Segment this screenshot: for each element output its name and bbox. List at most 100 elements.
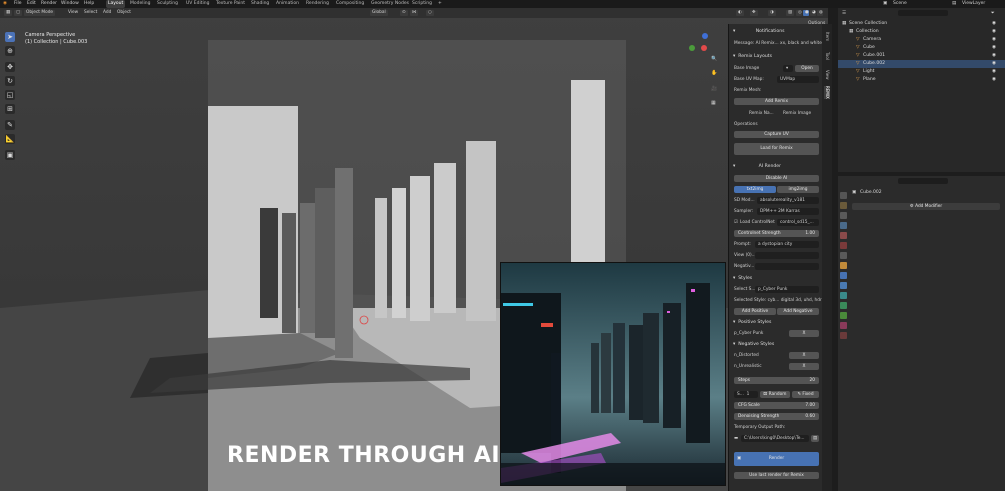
workspace-tab-scripting[interactable]: Scripting bbox=[412, 0, 432, 8]
outliner-row[interactable]: ▽ Camera ◉ bbox=[838, 36, 1005, 44]
data-properties-icon[interactable] bbox=[840, 312, 847, 319]
menu-window[interactable]: Window bbox=[61, 0, 79, 8]
constraints-properties-icon[interactable] bbox=[840, 302, 847, 309]
menu-help[interactable]: Help bbox=[84, 0, 94, 8]
menu-edit[interactable]: Edit bbox=[27, 0, 36, 8]
visibility-icon[interactable]: ◐ bbox=[736, 10, 744, 16]
tool-transform[interactable]: ⊞ bbox=[5, 104, 15, 114]
outliner-row[interactable]: ▽ Cube.002 ◉ bbox=[838, 60, 1005, 68]
outliner-row[interactable]: ▦ Collection ◉ bbox=[838, 28, 1005, 36]
viewport-menu-select[interactable]: Select bbox=[82, 10, 99, 16]
visibility-eye-icon[interactable]: ◉ bbox=[992, 60, 996, 68]
negative-prompt-input[interactable] bbox=[755, 263, 819, 270]
properties-search-input[interactable] bbox=[898, 178, 948, 184]
proportional-edit-icon[interactable]: ○ bbox=[426, 10, 434, 16]
view-prompt-input[interactable] bbox=[755, 252, 819, 259]
xray-icon[interactable]: ▧ bbox=[786, 10, 794, 16]
visibility-eye-icon[interactable]: ◉ bbox=[992, 28, 996, 36]
perspective-toggle-icon[interactable]: ▦ bbox=[711, 100, 716, 107]
load-controlnet-checkbox[interactable]: ☑ bbox=[734, 219, 738, 226]
menu-render[interactable]: Render bbox=[41, 0, 57, 8]
sidebar-tab-remix[interactable]: REMIX bbox=[824, 86, 830, 99]
texture-properties-icon[interactable] bbox=[840, 332, 847, 339]
select-style-dropdown[interactable]: p_Cyber Punk bbox=[755, 286, 819, 293]
workspace-tab-sculpting[interactable]: Sculpting bbox=[157, 0, 178, 8]
workspace-tab-texture-paint[interactable]: Texture Paint bbox=[216, 0, 245, 8]
load-for-remix-button[interactable]: Load for Remix bbox=[734, 143, 819, 155]
img2img-tab[interactable]: img2img bbox=[777, 186, 819, 193]
tool-add-cube[interactable]: ▣ bbox=[5, 150, 15, 160]
outliner-row[interactable]: ▦ Scene Collection ◉ bbox=[838, 20, 1005, 28]
zoom-icon[interactable]: 🔍 bbox=[711, 56, 717, 63]
controlnet-model-select[interactable]: control_sd15_... bbox=[777, 219, 819, 226]
view-layer-name[interactable]: ViewLayer bbox=[962, 0, 985, 8]
scene-properties-icon[interactable] bbox=[840, 232, 847, 239]
add-workspace-icon[interactable]: + bbox=[438, 0, 442, 8]
ai-render-header[interactable]: ▾ AI Render bbox=[733, 163, 819, 171]
add-positive-button[interactable]: Add Positive bbox=[734, 308, 776, 315]
shading-wireframe-icon[interactable]: ◎ bbox=[796, 10, 802, 16]
transform-orientation-dropdown[interactable]: Global bbox=[370, 10, 388, 16]
use-last-render-button[interactable]: Use last render for Remix bbox=[734, 472, 819, 479]
steps-slider[interactable]: Steps 20 bbox=[734, 377, 819, 384]
object-mode-dropdown[interactable]: Object Mode bbox=[24, 10, 56, 16]
add-negative-button[interactable]: Add Negative bbox=[777, 308, 819, 315]
base-uv-map-select[interactable]: UVMap bbox=[777, 76, 819, 83]
workspace-tab-shading[interactable]: Shading bbox=[251, 0, 269, 8]
open-image-button[interactable]: Open bbox=[795, 65, 819, 72]
sidebar-tab-view[interactable]: View bbox=[824, 70, 830, 80]
sd-model-select[interactable]: absolutereality_v181 bbox=[757, 197, 819, 204]
output-properties-icon[interactable] bbox=[840, 212, 847, 219]
menu-file[interactable]: File bbox=[14, 0, 22, 8]
workspace-tab-modeling[interactable]: Modeling bbox=[130, 0, 150, 8]
render-properties-icon[interactable] bbox=[840, 202, 847, 209]
outliner-row[interactable]: ▽ Cube.001 ◉ bbox=[838, 52, 1005, 60]
editor-type-icon[interactable]: ▦ bbox=[4, 10, 12, 16]
workspace-tab-geometry-nodes[interactable]: Geometry Nodes bbox=[371, 0, 409, 8]
txt2img-tab[interactable]: txt2img bbox=[734, 186, 776, 193]
pivot-icon[interactable]: ⊙ bbox=[400, 10, 408, 16]
modifier-properties-icon[interactable] bbox=[840, 272, 847, 279]
remove-negative-style-button[interactable]: X bbox=[789, 352, 819, 359]
camera-view-icon[interactable]: 🎥 bbox=[711, 86, 717, 93]
particles-properties-icon[interactable] bbox=[840, 282, 847, 289]
tool-move[interactable]: ✥ bbox=[5, 62, 15, 72]
render-button[interactable]: ▣ Render bbox=[734, 452, 819, 466]
remove-positive-style-button[interactable]: X bbox=[789, 330, 819, 337]
shading-rendered-icon[interactable]: ◍ bbox=[817, 10, 823, 16]
world-properties-icon[interactable] bbox=[840, 242, 847, 249]
controlnet-strength-slider[interactable]: Controlnet Strength 1.00 bbox=[734, 230, 819, 237]
visibility-eye-icon[interactable]: ◉ bbox=[992, 76, 996, 84]
prompt-input[interactable]: a dystopian city bbox=[755, 241, 819, 248]
tool-measure[interactable]: 📐 bbox=[5, 134, 15, 144]
cfg-scale-slider[interactable]: CFG Scale 7.00 bbox=[734, 402, 819, 409]
filter-icon[interactable]: ⏷ bbox=[991, 11, 995, 17]
image-browse-icon[interactable]: ▾ bbox=[783, 65, 793, 72]
outliner-row[interactable]: ▽ Light ◉ bbox=[838, 68, 1005, 76]
visibility-eye-icon[interactable]: ◉ bbox=[992, 36, 996, 44]
workspace-tab-animation[interactable]: Animation bbox=[276, 0, 299, 8]
tool-cursor[interactable]: ⊕ bbox=[5, 46, 15, 56]
browse-folder-icon[interactable]: ▤ bbox=[811, 435, 819, 442]
visibility-eye-icon[interactable]: ◉ bbox=[992, 52, 996, 60]
object-properties-icon[interactable] bbox=[840, 262, 847, 269]
viewport-menu-object[interactable]: Object bbox=[115, 10, 133, 16]
capture-uv-button[interactable]: Capture UV bbox=[734, 131, 819, 138]
snap-icon[interactable]: ⋈ bbox=[410, 10, 418, 16]
disable-ai-button[interactable]: Disable AI bbox=[734, 175, 819, 182]
outliner-row[interactable]: ▽ Cube ◉ bbox=[838, 44, 1005, 52]
fixed-seed-button[interactable]: ✎ Fixed bbox=[792, 391, 819, 398]
notifications-header[interactable]: ▾ Notifications bbox=[733, 28, 819, 36]
sidebar-tab-item[interactable]: Item bbox=[824, 32, 830, 41]
workspace-tab-layout[interactable]: Layout bbox=[106, 0, 126, 8]
visibility-eye-icon[interactable]: ◉ bbox=[992, 44, 996, 52]
remix-layouts-header[interactable]: ▾ Remix Layouts bbox=[733, 53, 819, 61]
gizmo-toggle-icon[interactable]: ✥ bbox=[750, 10, 758, 16]
outliner-search-input[interactable] bbox=[898, 10, 948, 16]
pan-hand-icon[interactable]: ✋ bbox=[711, 70, 717, 77]
sidebar-tab-tool[interactable]: Tool bbox=[824, 52, 830, 60]
sampler-select[interactable]: DPM++ 2M Karras bbox=[757, 208, 819, 215]
tool-scale[interactable]: ◱ bbox=[5, 90, 15, 100]
remove-negative-style-button[interactable]: X bbox=[789, 363, 819, 370]
random-seed-button[interactable]: ⚄ Random bbox=[760, 391, 790, 398]
